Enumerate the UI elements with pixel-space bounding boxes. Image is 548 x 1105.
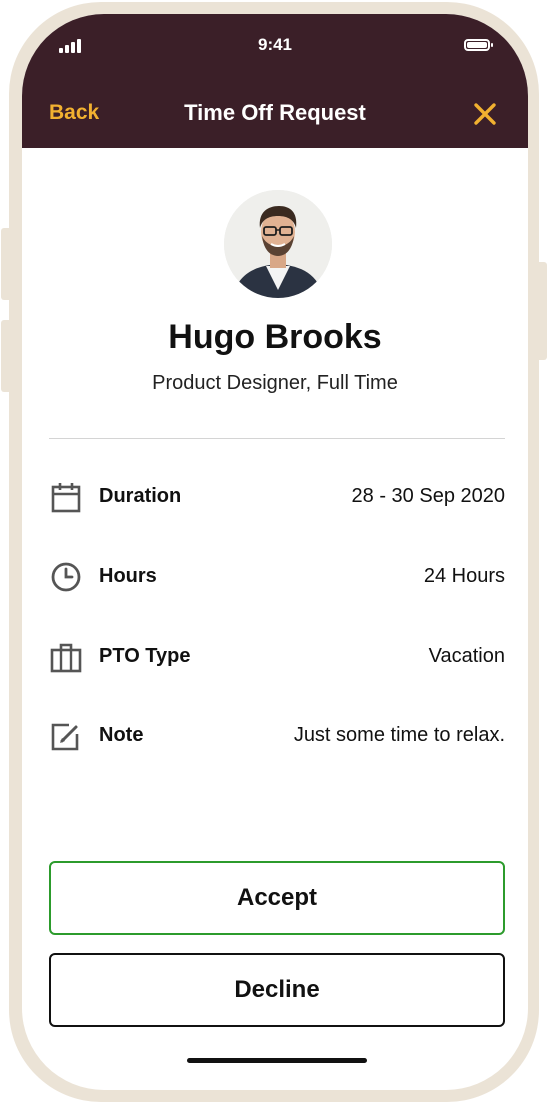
calendar-icon xyxy=(51,483,81,513)
detail-label-note: Note xyxy=(99,724,144,746)
accept-button[interactable]: Accept xyxy=(49,861,505,935)
clock-icon xyxy=(51,562,81,592)
app-header: 9:41 Back Time Off Request xyxy=(22,14,528,148)
page-title: Time Off Request xyxy=(184,100,366,125)
detail-row-pto-type: PTO Type Vacation xyxy=(49,639,505,675)
close-icon[interactable] xyxy=(473,102,497,126)
divider xyxy=(49,438,505,439)
detail-value-note: Just some time to relax. xyxy=(293,724,505,746)
avatar xyxy=(224,190,332,298)
detail-value-hours: 24 Hours xyxy=(423,565,505,587)
detail-label-hours: Hours xyxy=(99,565,157,587)
status-time: 9:41 xyxy=(257,35,293,54)
detail-row-note: Note Just some time to relax. xyxy=(49,718,505,754)
detail-value-pto-type: Vacation xyxy=(428,645,505,667)
profile-role: Product Designer, Full Time xyxy=(152,372,398,394)
home-indicator[interactable] xyxy=(187,1058,367,1063)
phone-screen: 9:41 Back Time Off Request Hugo Brooks P… xyxy=(22,14,528,1090)
detail-value-duration: 28 - 30 Sep 2020 xyxy=(351,485,505,507)
detail-label-duration: Duration xyxy=(99,485,182,507)
battery-full-icon xyxy=(464,39,493,51)
detail-row-hours: Hours 24 Hours xyxy=(49,559,505,595)
detail-row-duration: Duration 28 - 30 Sep 2020 xyxy=(49,479,505,515)
decline-button[interactable]: Decline xyxy=(49,953,505,1027)
edit-note-icon xyxy=(51,723,79,751)
suitcase-icon xyxy=(50,643,82,673)
detail-label-pto-type: PTO Type xyxy=(99,645,191,667)
profile-name: Hugo Brooks xyxy=(168,318,382,356)
